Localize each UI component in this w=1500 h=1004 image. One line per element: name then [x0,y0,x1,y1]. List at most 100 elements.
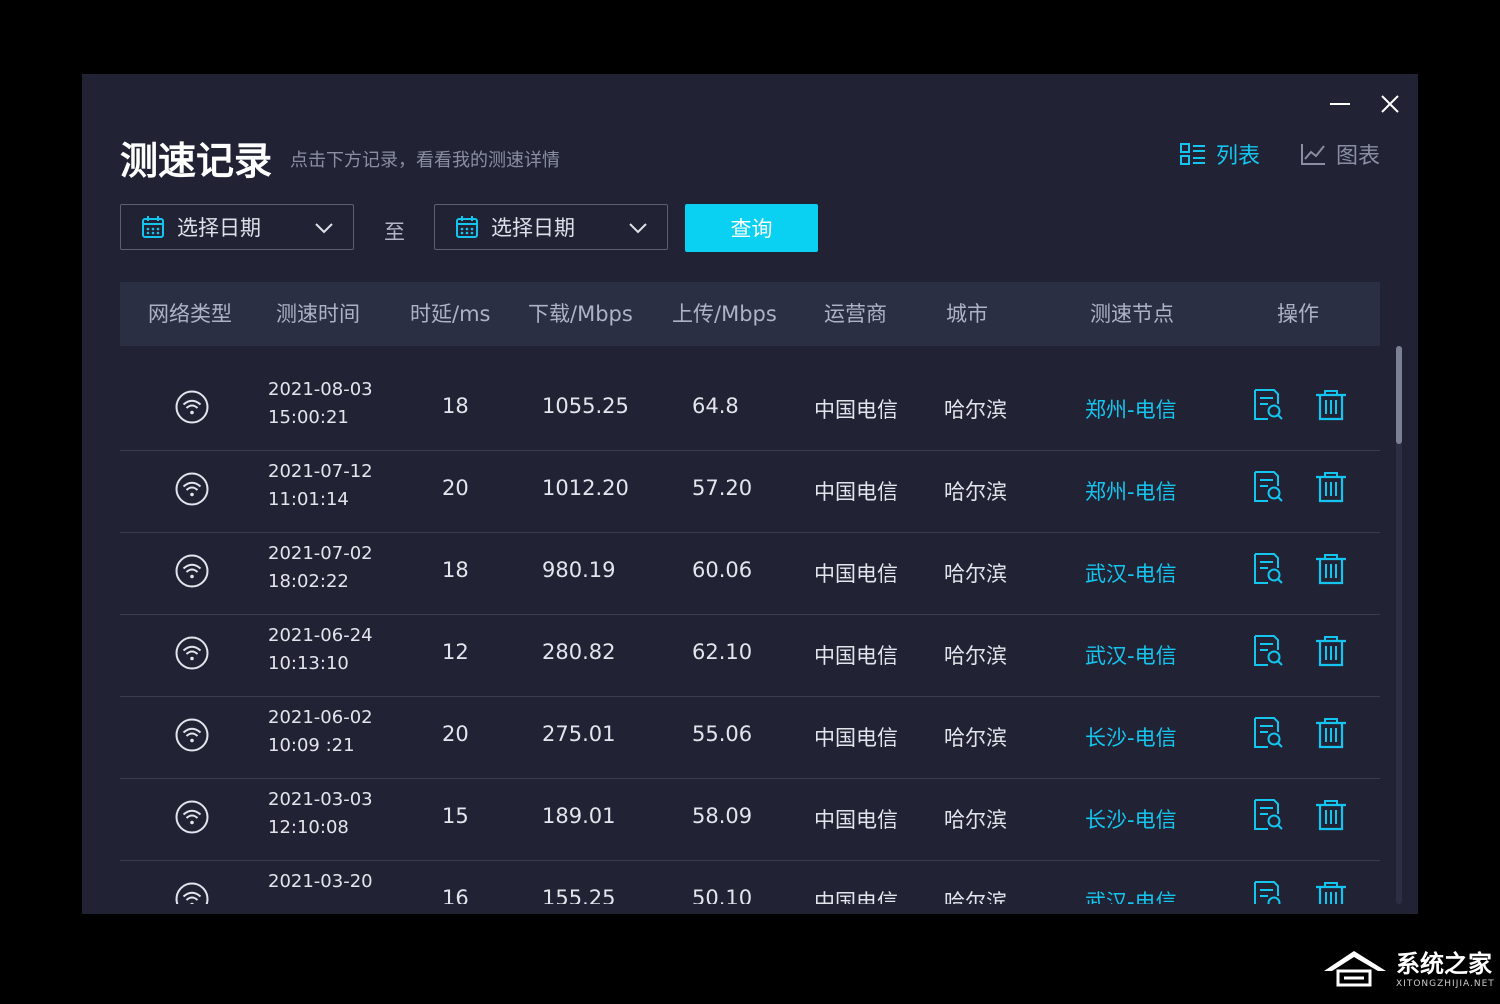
calendar-icon [142,216,164,238]
speed-test-history-window: 测速记录 点击下方记录，看看我的测速详情 列表 图表 选择日期 至 选择日期 查… [82,74,1418,914]
test-date: 2021-03-20 [268,871,373,892]
view-report-icon[interactable] [1252,716,1284,755]
test-node-link[interactable]: 郑州-电信 [1085,394,1177,424]
carrier-value: 中国电信 [814,644,898,668]
upload-value: 57.20 [692,476,753,500]
query-button[interactable]: 查询 [685,204,818,252]
table-row[interactable]: 2021-03-03 12:10:08 15 189.01 58.09 中国电信 哈尔滨 长沙… [120,778,1380,861]
test-node-link[interactable]: 郑州-电信 [1085,476,1177,506]
city-value: 哈尔滨 [944,726,1007,750]
carrier-value: 中国电信 [814,726,898,750]
carrier-value: 中国电信 [814,808,898,832]
calendar-icon [456,216,478,238]
close-icon [1381,95,1399,113]
test-date: 2021-07-02 [268,543,373,564]
test-time: 15:00:21 [268,407,349,428]
download-value: 189.01 [542,804,616,828]
table-row[interactable]: 2021-07-02 18:02:22 18 980.19 60.06 中国电信 哈尔滨 武汉… [120,532,1380,615]
test-node-link[interactable]: 武汉-电信 [1085,640,1177,670]
table-row[interactable]: 2021-06-24 10:13:10 12 280.82 62.10 中国电信 哈尔滨 武汉… [120,614,1380,697]
city-value: 哈尔滨 [944,480,1007,504]
table-row[interactable]: 2021-06-02 10:09 :21 20 275.01 55.06 中国电信 哈尔滨 长… [120,696,1380,779]
view-report-icon[interactable] [1252,388,1284,427]
minimize-icon [1330,103,1350,105]
city-value: 哈尔滨 [944,398,1007,422]
latency-value: 15 [442,804,469,828]
test-date: 2021-06-02 [268,707,373,728]
city-value: 哈尔滨 [944,890,1007,904]
delete-icon[interactable] [1314,552,1348,591]
wifi-icon [175,472,209,511]
column-header-test-node: 测速节点 [1090,302,1174,326]
delete-icon[interactable] [1314,880,1348,904]
city-value: 哈尔滨 [944,562,1007,586]
delete-icon[interactable] [1314,798,1348,837]
latency-value: 18 [442,558,469,582]
download-value: 280.82 [542,640,616,664]
test-time: 12:10:08 [268,817,349,838]
line-chart-icon [1301,144,1325,165]
delete-icon[interactable] [1314,470,1348,509]
test-date: 2021-06-24 [268,625,373,646]
table-row[interactable]: 2021-07-12 11:01:14 20 1012.20 57.20 中国电信 哈尔滨 郑… [120,450,1380,533]
wifi-icon [175,390,209,429]
test-time: 11:01:14 [268,489,349,510]
download-value: 1012.20 [542,476,629,500]
column-header-carrier: 运营商 [824,302,887,326]
chevron-down-icon [315,223,333,234]
view-report-icon[interactable] [1252,552,1284,591]
test-date: 2021-07-12 [268,461,373,482]
column-header-network-type: 网络类型 [148,302,232,326]
test-time: 10:09 :21 [268,735,355,756]
column-header-upload: 上传/Mbps [672,302,777,326]
table-row[interactable]: 2021-08-03 15:00:21 18 1055.25 64.8 中国电信 哈尔滨 郑州… [120,368,1380,451]
view-report-icon[interactable] [1252,634,1284,673]
test-date: 2021-03-03 [268,789,373,810]
test-node-link[interactable]: 长沙-电信 [1085,722,1177,752]
view-list-label: 列表 [1216,144,1261,169]
delete-icon[interactable] [1314,716,1348,755]
column-header-actions: 操作 [1277,302,1319,326]
house-logo-icon [1324,950,1386,986]
latency-value: 20 [442,722,469,746]
latency-value: 18 [442,394,469,418]
watermark-text: 系统之家 [1396,950,1492,978]
view-report-icon[interactable] [1252,470,1284,509]
download-value: 155.25 [542,886,616,904]
view-chart-toggle[interactable]: 图表 [1300,138,1380,170]
wifi-icon [175,718,209,757]
delete-icon[interactable] [1314,388,1348,427]
view-list-toggle[interactable]: 列表 [1180,138,1260,170]
close-button[interactable] [1378,92,1402,116]
carrier-value: 中国电信 [814,398,898,422]
start-date-picker[interactable]: 选择日期 [120,204,354,250]
end-date-placeholder: 选择日期 [491,216,575,240]
wifi-icon [175,554,209,593]
delete-icon[interactable] [1314,634,1348,673]
carrier-value: 中国电信 [814,562,898,586]
scrollbar-thumb[interactable] [1396,346,1402,444]
view-chart-label: 图表 [1336,144,1381,169]
view-report-icon[interactable] [1252,798,1284,837]
minimize-button[interactable] [1328,92,1352,116]
test-node-link[interactable]: 长沙-电信 [1085,804,1177,834]
city-value: 哈尔滨 [944,644,1007,668]
carrier-value: 中国电信 [814,890,898,904]
column-header-test-time: 测速时间 [276,302,360,326]
view-report-icon[interactable] [1252,880,1284,904]
download-value: 980.19 [542,558,616,582]
latency-value: 20 [442,476,469,500]
wifi-icon [175,800,209,839]
page-title: 测速记录 [120,139,273,183]
end-date-picker[interactable]: 选择日期 [434,204,668,250]
start-date-placeholder: 选择日期 [177,216,261,240]
page-subtitle: 点击下方记录，看看我的测速详情 [290,150,560,171]
table-row[interactable]: 2021-03-20 16 155.25 50.10 中国电信 哈尔滨 武汉-电信 [120,860,1380,904]
column-header-latency: 时延/ms [410,302,491,326]
test-node-link[interactable]: 武汉-电信 [1085,558,1177,588]
column-header-download: 下载/Mbps [528,302,633,326]
download-value: 1055.25 [542,394,629,418]
city-value: 哈尔滨 [944,808,1007,832]
test-node-link[interactable]: 武汉-电信 [1085,886,1177,904]
table-body: 2021-08-03 15:00:21 18 1055.25 64.8 中国电信 哈尔滨 郑州… [120,364,1380,904]
